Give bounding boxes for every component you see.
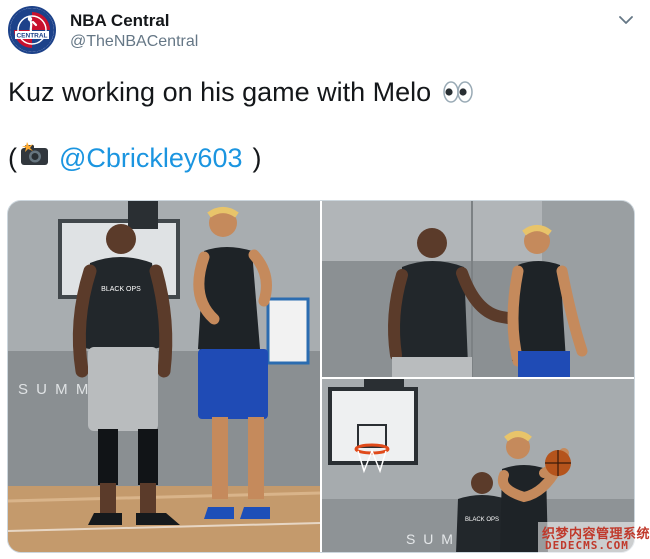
close-paren: ) (252, 142, 262, 173)
media-grid: S U M M BLACK OPS S U M BLACK OPS (7, 200, 635, 553)
mention-link[interactable]: @Cbrickley603 (59, 142, 242, 174)
jersey-text: BLACK OPS (465, 517, 499, 523)
photo-credit-line: ( @Cbrickley603 ) (8, 141, 261, 174)
jersey-text: BLACK OPS (101, 286, 141, 293)
more-options-button[interactable] (614, 10, 638, 30)
watermark-english: DEDECMS.COM (545, 539, 629, 552)
tweet-card: CENTRAL NBA Central @TheNBACentral Kuz w… (0, 0, 650, 559)
photo-1[interactable]: S U M M BLACK OPS (8, 201, 320, 552)
eyes-emoji-icon (442, 79, 473, 111)
wall-text: S U M (406, 531, 455, 547)
avatar-text: CENTRAL (16, 33, 47, 40)
wall-text: S U M M (18, 381, 90, 398)
chevron-down-icon (619, 15, 633, 24)
author-avatar[interactable]: CENTRAL (8, 6, 56, 54)
tweet-text: Kuz working on his game with Melo (8, 76, 473, 111)
open-paren: ( (8, 142, 17, 173)
nba-central-logo: CENTRAL (10, 8, 54, 52)
author-display-name[interactable]: NBA Central (70, 11, 170, 31)
tweet-text-body: Kuz working on his game with Melo (8, 77, 432, 107)
camera-flash-icon (19, 141, 51, 174)
photo-2[interactable] (322, 201, 634, 377)
author-handle[interactable]: @TheNBACentral (70, 33, 198, 51)
